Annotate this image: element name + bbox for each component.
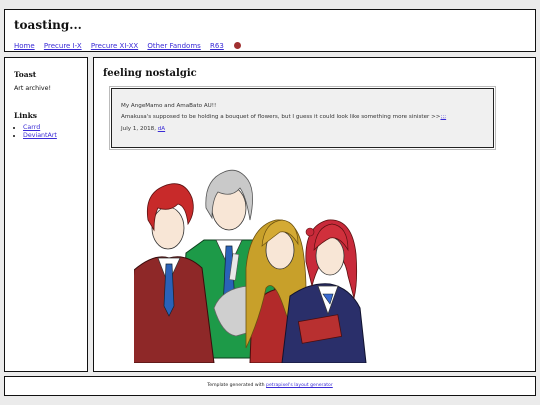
nav-other-fandoms[interactable]: Other Fandoms [147, 42, 200, 50]
footer-text: Template generated with [207, 383, 267, 388]
nav-precure-xi-xx[interactable]: Precure XI-XX [91, 42, 138, 50]
deviantart-link[interactable]: dA [158, 126, 165, 132]
post-title: feeling nostalgic [103, 68, 197, 79]
header: toasting... Home Precure I-X Precure XI-… [4, 9, 536, 52]
links-heading: Links [14, 111, 37, 120]
post-date-text: July 1, 2018, [121, 126, 156, 132]
post-text: Amakusa's supposed to be holding a bouqu… [121, 114, 441, 120]
main-content: feeling nostalgic My AngeMamo and AmaBat… [93, 57, 536, 372]
post-text-line: My AngeMamo and AmaBato AU!! [121, 103, 217, 109]
footer-credit: Template generated with petrapixel's lay… [5, 383, 535, 388]
nav-home[interactable]: Home [14, 42, 35, 50]
link-deviantart[interactable]: DeviantArt [23, 132, 57, 139]
sidebar-description: Art archive! [14, 85, 52, 92]
post-date: July 1, 2018, dA [121, 126, 165, 132]
sidebar: Toast Art archive! Links Carrd DeviantAr… [4, 57, 88, 372]
links-list: Carrd DeviantArt [14, 124, 57, 139]
character-red-hair-male [134, 183, 215, 363]
cherry-icon[interactable] [234, 42, 242, 49]
post-caption-box: My AngeMamo and AmaBato AU!! Amakusa's s… [109, 86, 496, 150]
post-inline-link[interactable]: ;;; [440, 114, 446, 120]
post-illustration [134, 169, 367, 363]
link-carrd[interactable]: Carrd [23, 124, 40, 131]
nav-bar: Home Precure I-X Precure XI-XX Other Fan… [14, 42, 242, 50]
list-item: DeviantArt [23, 132, 57, 140]
site-title: toasting... [14, 18, 82, 32]
footer: Template generated with petrapixel's lay… [4, 376, 536, 396]
sidebar-title: Toast [14, 70, 37, 79]
nav-precure-i-x[interactable]: Precure I-X [44, 42, 82, 50]
nav-r63[interactable]: R63 [210, 42, 224, 50]
footer-link[interactable]: petrapixel's layout generator [266, 383, 333, 388]
post-text-line: Amakusa's supposed to be holding a bouqu… [121, 114, 446, 120]
list-item: Carrd [23, 124, 57, 132]
